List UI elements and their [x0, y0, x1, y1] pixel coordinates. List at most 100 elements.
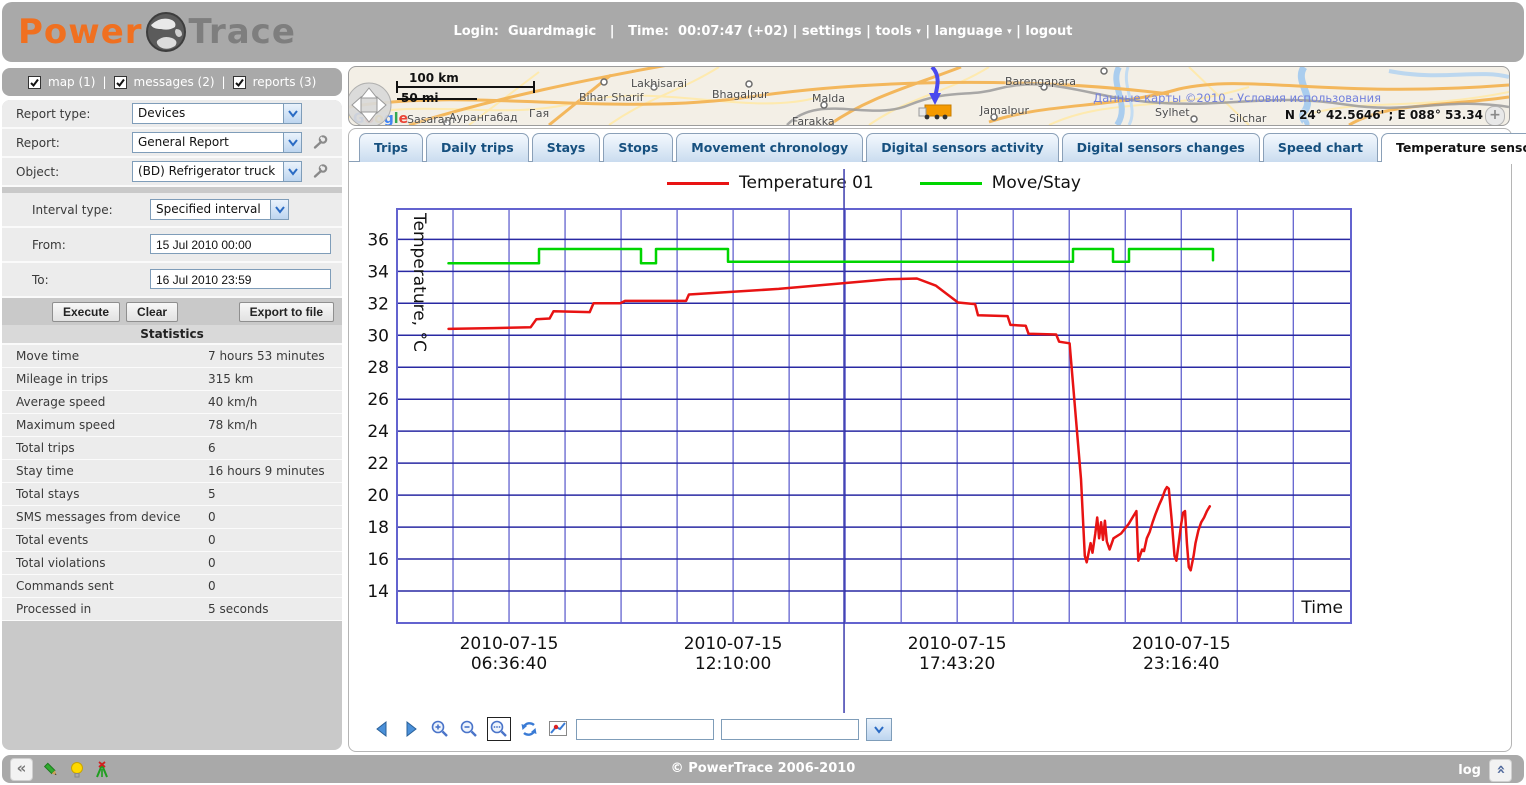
- chart-option-dropdown[interactable]: [866, 718, 892, 741]
- stat-row: Total violations0: [2, 552, 342, 575]
- from-date-input[interactable]: [150, 234, 331, 254]
- stat-value: 40 km/h: [208, 395, 257, 409]
- mode-label-map[interactable]: map (1): [48, 75, 95, 89]
- execute-button[interactable]: Execute: [52, 302, 120, 322]
- map-place-label: Silchar: [1229, 112, 1266, 125]
- wrench-icon[interactable]: [312, 163, 328, 179]
- stat-row: SMS messages from device0: [2, 506, 342, 529]
- stat-label: Total stays: [16, 487, 80, 501]
- stat-value: 16 hours 9 minutes: [208, 464, 325, 478]
- report-type-value: Devices: [133, 104, 283, 123]
- tab-movement-chronology[interactable]: Movement chronology: [676, 133, 863, 162]
- map-copyright: Данные карты ©2010 - Условия использован…: [1093, 91, 1381, 105]
- mode-label-messages[interactable]: messages (2): [134, 75, 215, 89]
- statistics-title: Statistics: [2, 325, 342, 345]
- report-panel: TripsDaily tripsStaysStopsMovement chron…: [348, 128, 1512, 752]
- stat-row: Total events0: [2, 529, 342, 552]
- legend-swatch: [920, 182, 982, 185]
- tab-daily-trips[interactable]: Daily trips: [426, 133, 529, 162]
- chart-mode-button[interactable]: [547, 718, 569, 740]
- report-select[interactable]: General Report: [132, 132, 302, 153]
- object-select[interactable]: (BD) Refrigerator truck: [132, 161, 302, 182]
- map-place-label: Bihar Sharif: [579, 91, 643, 104]
- chart-range-input-2[interactable]: [721, 719, 859, 740]
- svg-text:2010-07-15: 2010-07-15: [460, 634, 559, 654]
- language-link[interactable]: language ▾: [935, 24, 1012, 39]
- map-place-label: Lakhisarai: [631, 77, 687, 90]
- stat-row: Stay time16 hours 9 minutes: [2, 460, 342, 483]
- to-date-input[interactable]: [150, 269, 331, 289]
- tab-digital-sensors-changes[interactable]: Digital sensors changes: [1062, 133, 1260, 162]
- stat-row: Total stays5: [2, 483, 342, 506]
- map-strip[interactable]: Google: [348, 66, 1510, 126]
- scale-mi-label: 50 mi: [401, 91, 439, 105]
- report-sidebar: Report type: Devices Report: General Rep…: [2, 100, 342, 750]
- map-place-label: Аурангабад: [449, 111, 518, 124]
- mode-checkbox-messages[interactable]: [114, 76, 127, 89]
- svg-text:34: 34: [367, 262, 389, 282]
- mode-checkbox-reports[interactable]: [233, 76, 246, 89]
- settings-link[interactable]: settings: [802, 24, 862, 39]
- tab-digital-sensors-activity[interactable]: Digital sensors activity: [866, 133, 1058, 162]
- tools-link[interactable]: tools ▾: [875, 24, 920, 39]
- map-expand-button[interactable]: +: [1485, 106, 1505, 126]
- svg-text:36: 36: [367, 230, 389, 250]
- stat-row: Average speed 40 km/h: [2, 391, 342, 414]
- stat-label: Commands sent: [16, 579, 114, 593]
- log-link[interactable]: log: [1458, 763, 1481, 778]
- stat-value: 0: [208, 510, 216, 524]
- map-place-label: Farakka: [792, 115, 835, 126]
- chevron-down-icon: ▾: [916, 27, 921, 37]
- zoom-out-button[interactable]: [458, 718, 480, 740]
- prev-button[interactable]: [371, 718, 393, 740]
- mode-checkbox-map[interactable]: [28, 76, 41, 89]
- map-place-label: Barengapara: [1005, 75, 1076, 88]
- scale-km-label: 100 km: [409, 71, 459, 85]
- map-place-label: Sylhet: [1155, 106, 1190, 119]
- stat-label: Move time: [16, 349, 79, 363]
- zoom-in-button[interactable]: [429, 718, 451, 740]
- next-button[interactable]: [400, 718, 422, 740]
- svg-text:2010-07-15: 2010-07-15: [684, 634, 783, 654]
- zoom-select-button[interactable]: [487, 717, 511, 741]
- map-pan-control[interactable]: [349, 83, 391, 125]
- map-place-label: Malda: [812, 92, 845, 105]
- map-coordinates: N 24° 42.5646' ; E 088° 53.34: [1285, 108, 1483, 122]
- header-links: | settings | tools ▾ | language ▾ | logo…: [793, 24, 1073, 39]
- refresh-button[interactable]: [518, 718, 540, 740]
- temperature-chart[interactable]: [397, 209, 1351, 623]
- svg-text:26: 26: [367, 390, 389, 410]
- wrench-icon[interactable]: [312, 134, 328, 150]
- stat-value: 6: [208, 441, 216, 455]
- svg-text:2010-07-15: 2010-07-15: [908, 634, 1007, 654]
- svg-text:14: 14: [367, 582, 389, 602]
- chart-range-input-1[interactable]: [576, 719, 714, 740]
- svg-text:18: 18: [367, 518, 389, 538]
- object-label: Object:: [16, 165, 59, 179]
- tab-temperature-sensors[interactable]: Temperature sensors: [1381, 133, 1526, 162]
- interval-type-select[interactable]: Specified interval: [150, 199, 289, 220]
- tab-trips[interactable]: Trips: [359, 133, 423, 162]
- tab-speed-chart[interactable]: Speed chart: [1263, 133, 1378, 162]
- chevron-down-icon[interactable]: [283, 133, 301, 152]
- stat-label: Average speed: [16, 395, 105, 409]
- chevron-down-icon[interactable]: [283, 104, 301, 123]
- expand-log-button[interactable]: «: [1489, 759, 1512, 782]
- svg-text:28: 28: [367, 358, 389, 378]
- mode-label-reports[interactable]: reports (3): [253, 75, 317, 89]
- chevron-down-icon[interactable]: [270, 200, 288, 219]
- report-type-select[interactable]: Devices: [132, 103, 302, 124]
- tab-stops[interactable]: Stops: [603, 133, 673, 162]
- clear-button[interactable]: Clear: [126, 302, 178, 322]
- svg-text:30: 30: [367, 326, 389, 346]
- legend-item: Temperature 01: [667, 173, 874, 193]
- svg-text:23:16:40: 23:16:40: [1143, 654, 1219, 674]
- chevron-down-icon[interactable]: [283, 162, 301, 181]
- export-to-file-button[interactable]: Export to file: [239, 302, 334, 322]
- tab-stays[interactable]: Stays: [532, 133, 601, 162]
- logout-link[interactable]: logout: [1025, 24, 1072, 39]
- stat-label: Total violations: [16, 556, 106, 570]
- vehicle-marker-icon[interactable]: [919, 67, 951, 119]
- mode-bar: map (1)|messages (2)|reports (3): [2, 68, 342, 96]
- legend-label: Move/Stay: [992, 173, 1081, 193]
